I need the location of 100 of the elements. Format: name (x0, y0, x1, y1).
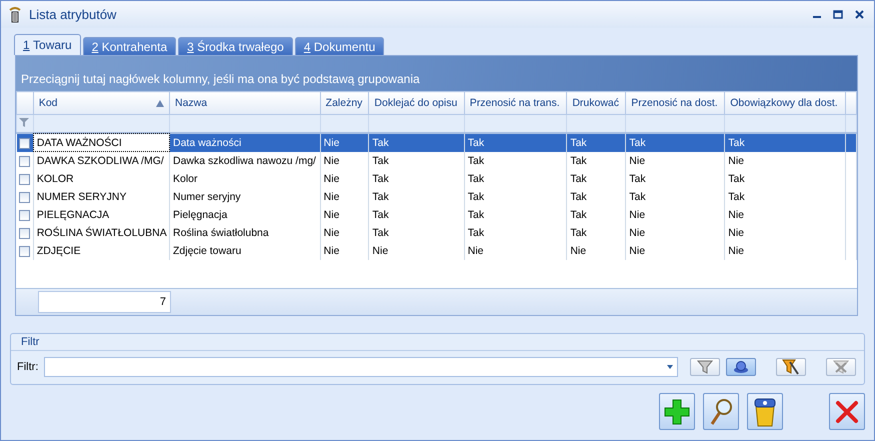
table-cell: Tak (724, 170, 846, 188)
table-row[interactable]: PIELĘGNACJA Pielęgnacja Nie Tak Tak Tak Nie Nie (16, 206, 856, 224)
column-header[interactable]: Przenosić na trans. (464, 92, 567, 114)
table-cell: Tak (368, 224, 464, 242)
table-cell: NUMER SERYJNY (33, 188, 170, 206)
filter-wizard-button[interactable] (776, 358, 806, 376)
row-checkbox[interactable] (18, 192, 30, 203)
table-cell: Tak (724, 133, 846, 152)
table-cell: Tak (626, 133, 725, 152)
table-cell: Kolor (170, 170, 320, 188)
column-header[interactable]: Nazwa (170, 92, 320, 114)
table-cell: Nie (724, 206, 846, 224)
table-cell: Nie (320, 224, 369, 242)
table-cell: Tak (626, 188, 725, 206)
table-row[interactable]: ZDJĘCIE Zdjęcie towaru Nie Nie Nie Nie Nie Nie (16, 242, 856, 260)
add-button[interactable] (659, 393, 695, 430)
table-cell: Numer seryjny (170, 188, 320, 206)
table-cell: Tak (566, 133, 626, 152)
table-cell: Tak (368, 206, 464, 224)
funnel-clear-icon (833, 360, 849, 374)
table-cell: Data ważności (170, 133, 320, 152)
table-cell: Roślina światłolubna (170, 224, 320, 242)
table-cell: Tak (464, 170, 567, 188)
table-cell: Tak (566, 206, 626, 224)
table-cell: Nie (320, 152, 369, 170)
table-cell: Tak (368, 188, 464, 206)
trash-bin-icon (753, 396, 777, 426)
table-cell: ZDJĘCIE (33, 242, 170, 260)
table-cell: Nie (724, 152, 846, 170)
table-cell: Nie (626, 206, 725, 224)
filter-button[interactable] (690, 358, 720, 376)
table-cell: DAWKA SZKODLIWA /MG/ (33, 152, 170, 170)
table-cell: ROŚLINA ŚWIATŁOLUBNA (33, 224, 170, 242)
table-cell: Tak (566, 224, 626, 242)
table-cell: Nie (724, 242, 846, 260)
table-cell: Nie (320, 133, 369, 152)
table-cell: Nie (626, 242, 725, 260)
maximize-icon[interactable] (833, 10, 843, 19)
table-cell: Dawka szkodliwa nawozu /mg/ (170, 152, 320, 170)
tab[interactable]: 1 Towaru (14, 34, 81, 55)
table-row[interactable]: DAWKA SZKODLIWA /MG/ Dawka szkodliwa nawozu /mg/ Nie Tak Tak Tak Nie Nie (16, 152, 856, 170)
row-checkbox[interactable] (18, 246, 30, 257)
column-header[interactable]: Drukować (566, 92, 626, 114)
plus-icon (664, 398, 690, 424)
table-cell: Tak (464, 152, 567, 170)
row-checkbox[interactable] (18, 228, 30, 239)
table-row[interactable]: ROŚLINA ŚWIATŁOLUBNA Roślina światłolubna Nie Tak Tak Tak Nie Nie (16, 224, 856, 242)
table-cell: Tak (566, 152, 626, 170)
table-cell: Tak (368, 170, 464, 188)
table-cell: Tak (368, 133, 464, 152)
filter-label: Filtr: (17, 361, 38, 373)
app-icon (7, 6, 23, 22)
row-checkbox[interactable] (18, 138, 30, 149)
tab[interactable]: 2 Kontrahenta (82, 37, 176, 55)
table-cell: Tak (464, 206, 567, 224)
table-cell: Tak (566, 188, 626, 206)
tab[interactable]: 4 Dokumentu (294, 37, 384, 55)
close-icon (835, 400, 859, 424)
table-cell: Pielęgnacja (170, 206, 320, 224)
table-cell: DATA WAŻNOŚCI (33, 133, 170, 152)
table-cell: Tak (368, 152, 464, 170)
view-button[interactable] (703, 393, 739, 430)
tab[interactable]: 3 Środka trwałego (178, 37, 293, 55)
table-cell: Nie (724, 224, 846, 242)
table-row[interactable]: DATA WAŻNOŚCI Data ważności Nie Tak Tak Tak Tak Tak (16, 133, 856, 152)
clear-filter-button[interactable] (826, 358, 856, 376)
table-cell: Nie (368, 242, 464, 260)
table-cell: Tak (464, 188, 567, 206)
table-cell: Nie (464, 242, 567, 260)
table-cell: Nie (320, 242, 369, 260)
column-header[interactable]: Kod (33, 92, 170, 114)
table-cell: Tak (464, 133, 567, 152)
table-row[interactable]: KOLOR Kolor Nie Tak Tak Tak Tak Tak (16, 170, 856, 188)
close-icon[interactable] (855, 10, 864, 19)
filter-row-icon[interactable] (19, 118, 29, 126)
table-cell: PIELĘGNACJA (33, 206, 170, 224)
table-cell: Nie (320, 170, 369, 188)
row-count: 7 (38, 291, 171, 313)
close-button[interactable] (829, 393, 865, 430)
table-cell: Nie (320, 206, 369, 224)
funnel-icon (697, 360, 713, 374)
table-cell: KOLOR (33, 170, 170, 188)
row-checkbox[interactable] (18, 210, 30, 221)
row-checkbox[interactable] (18, 156, 30, 167)
funnel-wand-icon (782, 359, 800, 375)
row-checkbox[interactable] (18, 174, 30, 185)
table-row[interactable]: NUMER SERYJNY Numer seryjny Nie Tak Tak Tak Tak Tak (16, 188, 856, 206)
table-cell: Tak (626, 170, 725, 188)
table-cell: Tak (566, 170, 626, 188)
column-header[interactable]: Doklejać do opisu (368, 92, 464, 114)
table-cell: Nie (566, 242, 626, 260)
table-cell: Nie (626, 224, 725, 242)
delete-button[interactable] (747, 393, 783, 430)
column-header[interactable]: Zależny (320, 92, 369, 114)
table-cell: Tak (464, 224, 567, 242)
column-header[interactable]: Przenosić na dost. (626, 92, 725, 114)
table-cell: Tak (724, 188, 846, 206)
dropdown-arrow-icon (667, 365, 673, 369)
group-panel-hint: Przeciągnij tutaj nagłówek kolumny, jeśli ma ona być podstawą grupowania (21, 72, 420, 86)
column-header[interactable]: Obowiązkowy dla dost. (724, 92, 846, 114)
